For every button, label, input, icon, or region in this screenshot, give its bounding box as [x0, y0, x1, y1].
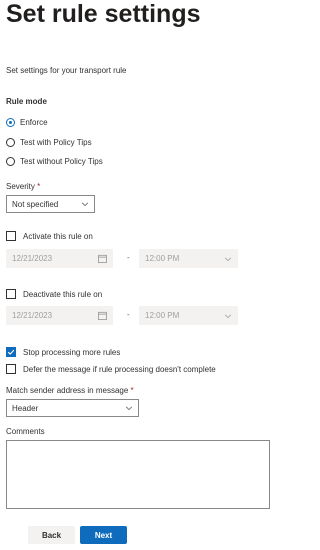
activate-checkbox[interactable]: [6, 231, 16, 241]
stop-processing-row[interactable]: Stop processing more rules: [6, 347, 120, 357]
defer-label: Defer the message if rule processing doe…: [23, 364, 216, 374]
defer-row[interactable]: Defer the message if rule processing doe…: [6, 364, 216, 374]
severity-dropdown[interactable]: Not specified: [6, 195, 95, 213]
radio-test-without-policy-tips[interactable]: Test without Policy Tips: [6, 155, 103, 167]
match-sender-dropdown[interactable]: Header: [6, 399, 139, 417]
deactivate-date-field[interactable]: 12/21/2023: [6, 306, 113, 325]
page-title: Set rule settings: [6, 0, 201, 28]
back-button[interactable]: Back: [28, 526, 75, 544]
chevron-down-icon: [81, 202, 89, 207]
calendar-icon: [98, 254, 107, 263]
activate-time-field[interactable]: 12:00 PM: [139, 249, 238, 268]
deactivate-checkbox-row[interactable]: Deactivate this rule on: [6, 289, 102, 299]
defer-checkbox[interactable]: [6, 364, 16, 374]
checkmark-icon: [7, 349, 15, 355]
next-button[interactable]: Next: [80, 526, 127, 544]
radio-test-without-policy-tips-label: Test without Policy Tips: [20, 156, 103, 166]
deactivate-time-field[interactable]: 12:00 PM: [139, 306, 238, 325]
radio-unselected-icon: [6, 156, 15, 166]
deactivate-separator: -: [127, 310, 130, 319]
activate-checkbox-row[interactable]: Activate this rule on: [6, 231, 93, 241]
severity-label: Severity *: [6, 182, 41, 191]
activate-time-value: 12:00 PM: [145, 254, 180, 263]
chevron-down-icon: [224, 257, 232, 261]
calendar-icon: [98, 311, 107, 320]
radio-selected-icon: [6, 117, 15, 127]
activate-label: Activate this rule on: [23, 231, 93, 241]
radio-test-with-policy-tips[interactable]: Test with Policy Tips: [6, 136, 92, 148]
page-description: Set settings for your transport rule: [6, 66, 127, 75]
severity-value: Not specified: [12, 199, 59, 209]
rule-mode-label: Rule mode: [6, 97, 47, 106]
deactivate-date-value: 12/21/2023: [12, 311, 53, 320]
match-sender-label: Match sender address in message *: [6, 386, 134, 395]
activate-separator: -: [127, 253, 130, 262]
deactivate-checkbox[interactable]: [6, 289, 16, 299]
activate-date-field[interactable]: 12/21/2023: [6, 249, 113, 268]
radio-unselected-icon: [6, 137, 15, 147]
chevron-down-icon: [224, 314, 232, 318]
activate-date-value: 12/21/2023: [12, 254, 53, 263]
radio-enforce[interactable]: Enforce: [6, 116, 48, 128]
stop-processing-checkbox[interactable]: [6, 347, 16, 357]
deactivate-label: Deactivate this rule on: [23, 289, 103, 299]
stop-processing-label: Stop processing more rules: [23, 347, 121, 357]
match-sender-value: Header: [12, 403, 39, 413]
comments-label: Comments: [6, 427, 45, 436]
comments-textarea[interactable]: [6, 440, 270, 509]
radio-enforce-label: Enforce: [20, 117, 48, 127]
chevron-down-icon: [125, 406, 133, 411]
deactivate-time-value: 12:00 PM: [145, 311, 180, 320]
radio-test-with-policy-tips-label: Test with Policy Tips: [20, 137, 92, 147]
